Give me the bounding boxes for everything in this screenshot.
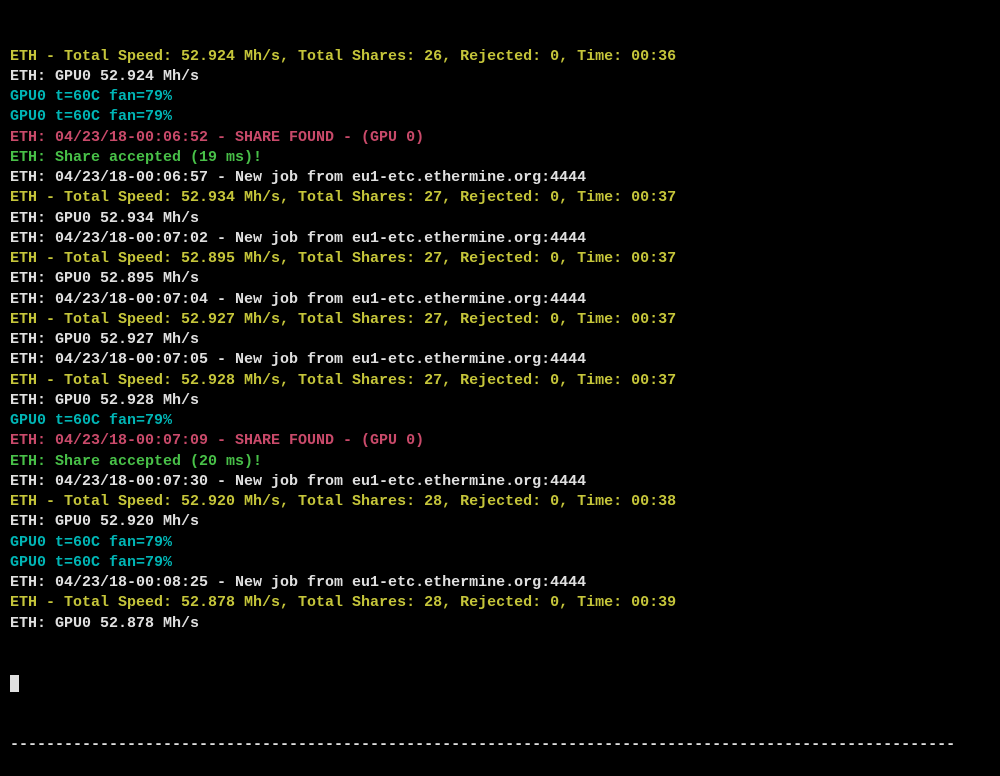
log-line: ETH: 04/23/18-00:07:05 - New job from eu… (10, 350, 990, 370)
log-line: ETH: 04/23/18-00:07:04 - New job from eu… (10, 290, 990, 310)
log-line: ETH: GPU0 52.920 Mh/s (10, 512, 990, 532)
log-line: GPU0 t=60C fan=79% (10, 533, 990, 553)
log-line: ETH - Total Speed: 52.920 Mh/s, Total Sh… (10, 492, 990, 512)
log-line: ETH - Total Speed: 52.895 Mh/s, Total Sh… (10, 249, 990, 269)
log-line: ETH: GPU0 52.924 Mh/s (10, 67, 990, 87)
log-line: ETH - Total Speed: 52.928 Mh/s, Total Sh… (10, 371, 990, 391)
log-line: GPU0 t=60C fan=79% (10, 411, 990, 431)
log-line: ETH - Total Speed: 52.934 Mh/s, Total Sh… (10, 188, 990, 208)
log-line: ETH: 04/23/18-00:07:30 - New job from eu… (10, 472, 990, 492)
log-line: ETH - Total Speed: 52.924 Mh/s, Total Sh… (10, 47, 990, 67)
log-line: ETH: GPU0 52.895 Mh/s (10, 269, 990, 289)
log-lines: ETH - Total Speed: 52.924 Mh/s, Total Sh… (10, 47, 990, 634)
log-line: ETH: 04/23/18-00:07:09 - SHARE FOUND - (… (10, 431, 990, 451)
log-line: ETH: GPU0 52.928 Mh/s (10, 391, 990, 411)
log-line: ETH: GPU0 52.878 Mh/s (10, 614, 990, 634)
log-line: ETH: GPU0 52.927 Mh/s (10, 330, 990, 350)
log-line: ETH - Total Speed: 52.878 Mh/s, Total Sh… (10, 593, 990, 613)
log-line: GPU0 t=60C fan=79% (10, 107, 990, 127)
log-line: ETH: GPU0 52.934 Mh/s (10, 209, 990, 229)
log-line: ETH: 04/23/18-00:07:02 - New job from eu… (10, 229, 990, 249)
log-line: ETH: Share accepted (19 ms)! (10, 148, 990, 168)
log-line: GPU0 t=60C fan=79% (10, 87, 990, 107)
log-line: ETH: Share accepted (20 ms)! (10, 452, 990, 472)
log-line: ETH: 04/23/18-00:08:25 - New job from eu… (10, 573, 990, 593)
log-line: ETH: 04/23/18-00:06:52 - SHARE FOUND - (… (10, 128, 990, 148)
log-line: ETH - Total Speed: 52.927 Mh/s, Total Sh… (10, 310, 990, 330)
terminal-output: ETH - Total Speed: 52.924 Mh/s, Total Sh… (10, 6, 990, 776)
cursor-line (10, 674, 990, 694)
log-line: GPU0 t=60C fan=79% (10, 553, 990, 573)
separator-line: ----------------------------------------… (10, 735, 990, 755)
cursor (10, 675, 19, 692)
log-line: ETH: 04/23/18-00:06:57 - New job from eu… (10, 168, 990, 188)
